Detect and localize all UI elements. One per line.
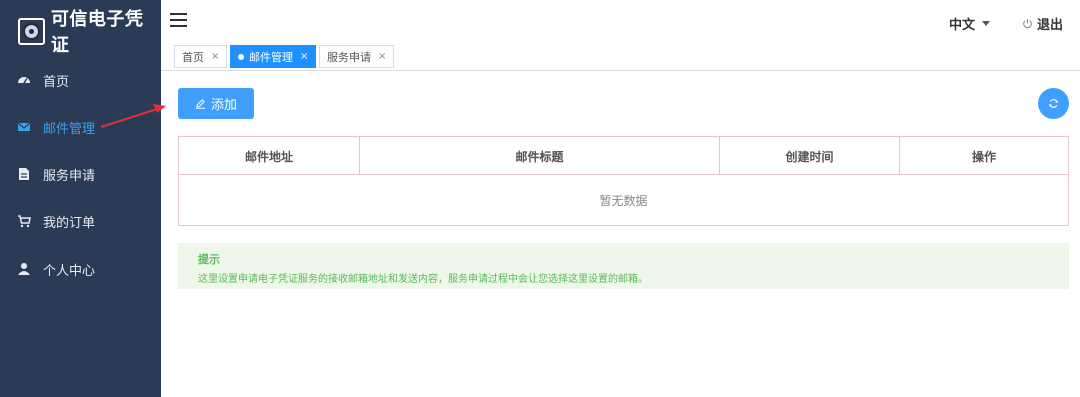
- hamburger-menu-icon[interactable]: [170, 13, 187, 27]
- add-button[interactable]: 添加: [178, 88, 254, 119]
- tip-box: 提示 这里设置申请电子凭证服务的接收邮箱地址和发送内容，服务申请过程中会让您选择…: [178, 243, 1069, 289]
- table-empty-text: 暂无数据: [599, 193, 648, 208]
- sidebar-item-label: 我的订单: [43, 215, 96, 231]
- logo-emblem-icon: [18, 17, 45, 45]
- tip-text: 这里设置申请电子凭证服务的接收邮箱地址和发送内容，服务申请过程中会让您选择这里设…: [198, 274, 648, 285]
- tab-label: 邮件管理: [249, 50, 293, 64]
- sidebar-item-my-orders[interactable]: 我的订单: [0, 201, 161, 241]
- sidebar-item-mail-management[interactable]: 邮件管理: [0, 107, 161, 147]
- language-label: 中文: [949, 18, 976, 33]
- user-icon: [17, 262, 31, 276]
- add-button-label: 添加: [210, 98, 237, 113]
- envelope-icon: [17, 120, 31, 134]
- sidebar-item-label: 邮件管理: [43, 121, 96, 137]
- refresh-button[interactable]: [1038, 88, 1069, 119]
- tabs-bar: 首页 × 邮件管理 × 服务申请 ×: [161, 42, 1080, 71]
- sidebar-item-personal-center[interactable]: 个人中心: [0, 249, 161, 289]
- tab-close-icon[interactable]: ×: [211, 51, 219, 62]
- caret-down-icon: [982, 21, 991, 26]
- logout-button[interactable]: 退出: [1022, 14, 1063, 33]
- tab-label: 服务申请: [327, 50, 371, 64]
- logout-label: 退出: [1037, 18, 1064, 33]
- edit-pencil-icon: [195, 99, 206, 109]
- tab-service-application[interactable]: 服务申请 ×: [319, 45, 395, 68]
- column-header-actions[interactable]: 操作: [900, 137, 1068, 175]
- mail-table: 邮件地址 邮件标题 创建时间 操作 暂无数据: [178, 136, 1069, 226]
- sidebar-item-label: 首页: [43, 74, 70, 90]
- dashboard-icon: [17, 73, 31, 87]
- cart-icon: [17, 214, 31, 228]
- column-header-mail-title[interactable]: 邮件标题: [360, 137, 720, 175]
- tab-mail-management[interactable]: 邮件管理 ×: [230, 45, 317, 68]
- column-header-created-time[interactable]: 创建时间: [720, 137, 900, 175]
- tab-label: 首页: [182, 50, 204, 64]
- sidebar-item-service-application[interactable]: 服务申请: [0, 154, 161, 194]
- app-title: 可信电子凭证: [50, 9, 144, 56]
- sidebar-item-home[interactable]: 首页: [0, 60, 161, 100]
- active-dot-icon: [238, 53, 244, 60]
- refresh-icon: [1049, 99, 1058, 108]
- column-header-mail-address[interactable]: 邮件地址: [179, 137, 360, 175]
- top-bar: 中文 退出: [161, 0, 1080, 42]
- tab-close-icon[interactable]: ×: [300, 51, 308, 62]
- table-header: 邮件地址 邮件标题 创建时间 操作: [179, 137, 1068, 175]
- tab-home[interactable]: 首页 ×: [174, 45, 228, 68]
- document-icon: [17, 167, 31, 181]
- tip-title: 提示: [198, 253, 220, 266]
- app-logo: 可信电子凭证: [0, 0, 161, 62]
- power-icon: [1023, 18, 1032, 29]
- tab-close-icon[interactable]: ×: [378, 51, 386, 62]
- sidebar-item-label: 服务申请: [43, 168, 96, 184]
- language-selector[interactable]: 中文: [949, 14, 991, 33]
- sidebar-item-label: 个人中心: [43, 263, 96, 279]
- sidebar: 可信电子凭证 首页 邮件管理 服务申请 我的订单 个人中心: [0, 0, 161, 397]
